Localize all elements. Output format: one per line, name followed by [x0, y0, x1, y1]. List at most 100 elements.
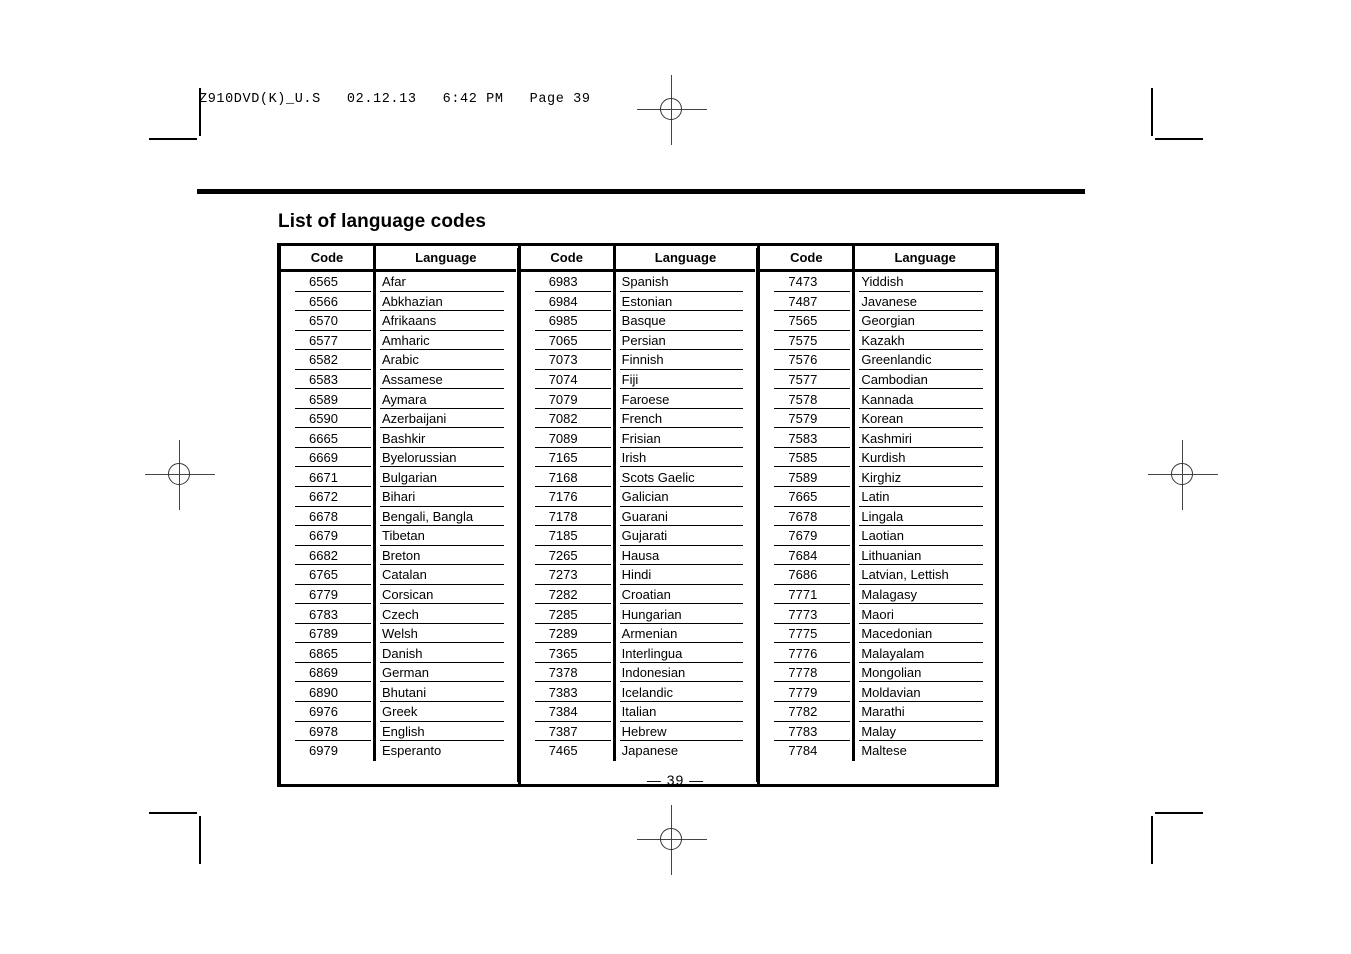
code-value: 7165: [548, 450, 578, 466]
table-row: 7289 Armenian: [521, 623, 756, 644]
code-value: 6565: [309, 274, 338, 290]
table-row: 7265 Hausa: [521, 545, 756, 566]
code-value: 6583: [309, 372, 338, 387]
cell-code: 7074: [521, 369, 616, 390]
cell-language: Malayalam: [855, 643, 995, 663]
table-row: 6984 Estonian: [521, 291, 756, 312]
cell-language: Javanese: [855, 292, 995, 312]
cell-language: Persian: [616, 331, 756, 351]
cell-language: Scots Gaelic: [616, 467, 756, 487]
cell-code: 7387: [521, 721, 616, 742]
cell-code: 7165: [521, 447, 616, 468]
table-row: 7684 Lithuanian: [760, 545, 995, 566]
cell-language: Latin: [855, 487, 995, 507]
cell-code: 7384: [521, 702, 616, 722]
code-value: 6979: [309, 743, 338, 759]
language-value: English: [382, 723, 425, 739]
crop-mark-bottom-left-horizontal: [149, 812, 197, 814]
cell-code: 6985: [521, 311, 616, 331]
language-value: Byelorussian: [382, 450, 457, 466]
cell-code: 7378: [521, 662, 616, 683]
crop-mark-bottom-right-horizontal: [1155, 812, 1203, 814]
cell-code: 7665: [760, 487, 856, 507]
code-value: 6783: [309, 606, 338, 622]
language-value: Marathi: [861, 704, 905, 720]
table-row: 6570 Afrikaans: [281, 311, 516, 331]
code-value: 6590: [309, 411, 338, 427]
table-row: 6682 Breton: [281, 545, 516, 566]
language-value: Finnish: [621, 352, 664, 368]
cell-language: Danish: [376, 643, 516, 663]
cell-code: 6679: [281, 526, 376, 546]
cell-language: Interlingua: [616, 643, 756, 663]
table-row: 6779 Corsican: [281, 584, 516, 605]
cell-language: Moldavian: [855, 682, 995, 702]
table-row: 7678 Lingala: [760, 506, 995, 527]
cell-language: Hungarian: [616, 604, 756, 624]
code-value: 7583: [788, 430, 818, 446]
code-value: 7168: [548, 469, 578, 485]
cell-language: Kannada: [855, 389, 995, 409]
cell-code: 6590: [281, 408, 376, 429]
language-value: Hausa: [621, 547, 660, 563]
cell-language: Greek: [376, 702, 516, 722]
cell-language: Malay: [855, 722, 995, 742]
cell-language: Maltese: [855, 741, 995, 761]
table-row: 7176 Galician: [521, 487, 756, 507]
code-value: 7577: [788, 372, 818, 387]
language-value: Cambodian: [861, 372, 928, 387]
language-value: Spanish: [621, 274, 669, 290]
cell-code: 6671: [281, 467, 376, 488]
cell-code: 6976: [281, 702, 376, 722]
cell-code: 6984: [521, 291, 616, 312]
table-row: 7686 Latvian, Lettish: [760, 565, 995, 585]
table-row: 7465 Japanese: [521, 741, 756, 761]
code-value: 6582: [309, 352, 338, 368]
cell-language: Afrikaans: [376, 311, 516, 331]
table-row: 7082 French: [521, 408, 756, 429]
language-value: Galician: [621, 489, 669, 505]
language-value: Hebrew: [621, 723, 667, 739]
cell-code: 7289: [521, 623, 616, 644]
language-value: Malayalam: [861, 645, 925, 661]
table-row: 7273 Hindi: [521, 565, 756, 585]
table-row: 6669 Byelorussian: [281, 447, 516, 468]
language-value: Malagasy: [861, 587, 917, 603]
table-row: 7784 Maltese: [760, 741, 995, 761]
code-value: 6665: [309, 430, 338, 446]
table-row: 7384 Italian: [521, 702, 756, 722]
code-value: 7185: [548, 528, 578, 544]
table-row: 7783 Malay: [760, 721, 995, 742]
code-value: 7773: [788, 606, 818, 622]
language-value: Icelandic: [621, 684, 673, 700]
cell-code: 7273: [521, 565, 616, 585]
cell-code: 7585: [760, 447, 856, 468]
crop-mark-top-right-horizontal: [1155, 138, 1203, 140]
code-value: 6976: [309, 704, 338, 720]
table-row: 6865 Danish: [281, 643, 516, 663]
cell-language: Amharic: [376, 331, 516, 351]
cell-code: 6765: [281, 565, 376, 585]
cell-language: Maori: [855, 604, 995, 624]
table-row: 7773 Maori: [760, 604, 995, 624]
table-row: 7079 Faroese: [521, 389, 756, 409]
cell-code: 6978: [281, 721, 376, 742]
cell-code: 7684: [760, 545, 856, 566]
registration-mark-right: [1148, 440, 1218, 510]
cell-language: Yiddish: [855, 272, 995, 292]
table-row: 6577 Amharic: [281, 330, 516, 351]
cell-language: Kazakh: [855, 331, 995, 351]
code-value: 7782: [788, 704, 818, 720]
cell-code: 7578: [760, 389, 856, 409]
cell-language: Irish: [616, 448, 756, 468]
cell-code: 7583: [760, 428, 856, 448]
cell-language: Macedonian: [855, 624, 995, 644]
code-value: 7365: [548, 645, 578, 661]
crop-mark-bottom-right-vertical: [1151, 816, 1153, 864]
language-value: Kurdish: [861, 450, 906, 466]
cell-language: Italian: [616, 702, 756, 722]
language-value: Hindi: [621, 567, 652, 583]
language-value: Danish: [382, 645, 423, 661]
language-value: Bengali, Bangla: [382, 508, 474, 524]
cell-code: 7577: [760, 369, 856, 390]
